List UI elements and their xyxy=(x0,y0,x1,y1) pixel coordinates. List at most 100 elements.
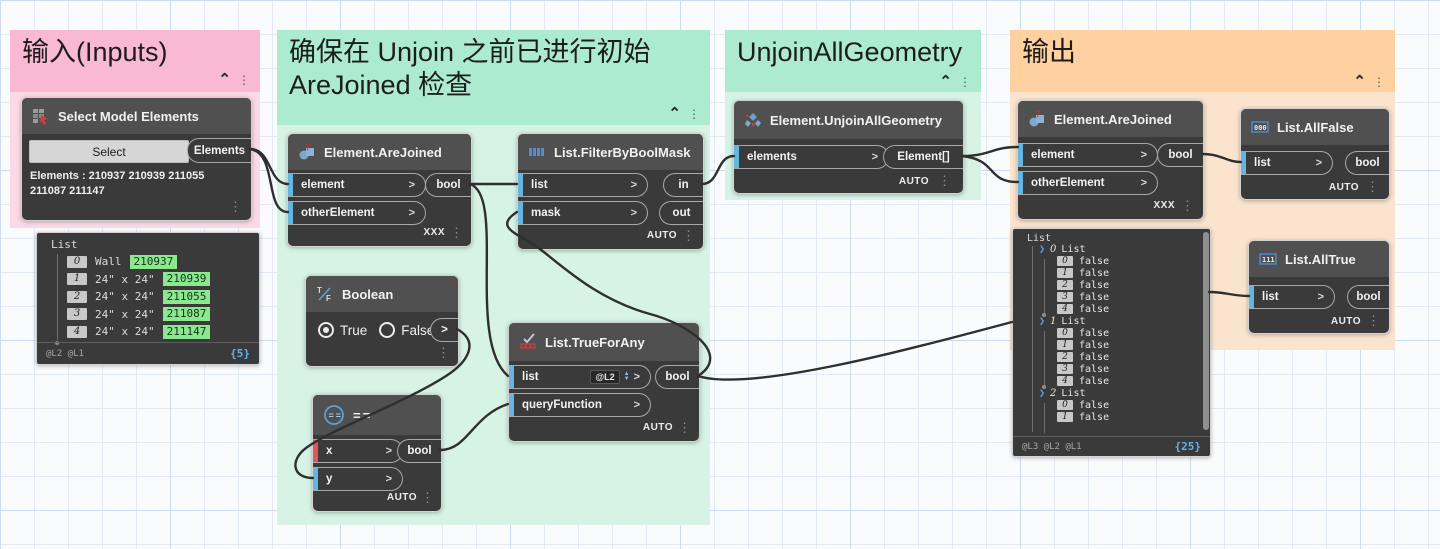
lacing-indicator[interactable]: AUTO xyxy=(387,492,417,503)
node-watch-elements[interactable]: List 0 Wall 210937 1 24" x 24" 210939 2 … xyxy=(36,232,260,365)
list-item: 4 false xyxy=(1057,375,1109,387)
list-item: 4 false xyxy=(1057,303,1109,315)
list-item: 3 false xyxy=(1057,363,1109,375)
node-header[interactable]: List.FilterByBoolMask xyxy=(518,134,703,170)
port-in-element[interactable]: element > xyxy=(1018,143,1158,167)
group-unjoin-title[interactable]: UnjoinAllGeometry xyxy=(725,30,981,69)
node-options-icon[interactable]: ⋮ xyxy=(938,174,951,187)
node-header[interactable]: == == xyxy=(313,395,441,435)
select-button[interactable]: Select xyxy=(29,140,189,163)
node-header[interactable]: 000? List.AllFalse xyxy=(1241,109,1389,145)
lacing-indicator[interactable]: XXX xyxy=(423,227,445,238)
port-out-elementarray[interactable]: Element[] xyxy=(883,145,963,169)
node-header[interactable]: 111? List.AllTrue xyxy=(1249,241,1389,277)
port-out-bool[interactable]: bool xyxy=(397,439,441,463)
sublist-header[interactable]: ❯ 0 List xyxy=(1039,243,1109,255)
port-in-otherelement[interactable]: otherElement > xyxy=(1018,171,1158,195)
equals-icon: == xyxy=(323,404,345,426)
lacing-indicator[interactable]: AUTO xyxy=(643,422,673,433)
list-item: 0 false xyxy=(1057,255,1109,267)
group-check-title[interactable]: 确保在 Unjoin 之前已进行初始 AreJoined 检查 xyxy=(277,30,701,102)
node-options-icon[interactable]: ⋮ xyxy=(229,200,242,213)
level-spinner[interactable]: ▲ ▼ xyxy=(624,371,630,382)
radio-false[interactable] xyxy=(379,322,396,338)
sublist-header[interactable]: ❯ 1 List xyxy=(1039,315,1109,327)
port-in-list[interactable]: list @L2 ▲ ▼ > xyxy=(509,365,651,389)
node-list-allfalse[interactable]: 000? List.AllFalse list> bool AUTO ⋮ xyxy=(1240,108,1390,200)
port-out-value[interactable]: > xyxy=(430,318,458,342)
watch-scrollbar[interactable] xyxy=(1203,232,1209,430)
group-menu-icon[interactable]: ⋮ xyxy=(1373,76,1385,88)
node-options-icon[interactable]: ⋮ xyxy=(1367,314,1380,327)
port-in-mask[interactable]: mask > xyxy=(518,201,648,225)
wire xyxy=(696,320,1014,381)
group-menu-icon[interactable]: ⋮ xyxy=(688,108,700,120)
dynamo-canvas[interactable]: 输入(Inputs) ⌃ ⋮ 确保在 Unjoin 之前已进行初始 AreJoi… xyxy=(0,0,1440,549)
watch-root-label: List xyxy=(51,238,78,251)
collapse-chevron-icon[interactable]: ⌃ xyxy=(939,74,952,89)
group-outputs-title[interactable]: 输出 xyxy=(1010,30,1395,69)
port-out-elements[interactable]: Elements xyxy=(187,138,251,163)
port-in-element[interactable]: element > xyxy=(288,173,426,197)
list-item: 1 false xyxy=(1057,411,1109,423)
radio-true-label[interactable]: True xyxy=(340,323,367,338)
node-header[interactable]: ? Element.AreJoined xyxy=(288,134,471,170)
node-list-trueforany[interactable]: List.TrueForAny list @L2 ▲ ▼ > queryFunct… xyxy=(508,322,700,442)
sublist-header[interactable]: ❯ 2 List xyxy=(1039,387,1109,399)
port-out-out[interactable]: out xyxy=(659,201,703,225)
port-in-otherelement[interactable]: otherElement > xyxy=(288,201,426,225)
node-options-icon[interactable]: ⋮ xyxy=(1366,180,1379,193)
node-header[interactable]: Element.UnjoinAllGeometry xyxy=(734,101,963,139)
node-select-model-elements[interactable]: Select Model Elements Select Elements El… xyxy=(21,97,252,221)
tree-guide-line xyxy=(57,254,58,340)
port-out-in[interactable]: in xyxy=(663,173,703,197)
select-model-elements-icon xyxy=(32,107,50,125)
node-header[interactable]: ? Element.AreJoined xyxy=(1018,101,1203,137)
node-element-arejoined-1[interactable]: ? Element.AreJoined element > otherElemen… xyxy=(287,133,472,247)
port-in-list[interactable]: list > xyxy=(1249,285,1335,309)
port-in-list[interactable]: list > xyxy=(1241,151,1333,175)
group-menu-icon[interactable]: ⋮ xyxy=(959,76,971,88)
node-options-icon[interactable]: ⋮ xyxy=(678,421,691,434)
node-watch-results[interactable]: List ❯ 0 List 0 false 1 false 2 false 3 fals… xyxy=(1012,228,1211,457)
node-options-icon[interactable]: ⋮ xyxy=(1181,199,1194,212)
port-out-bool[interactable]: bool xyxy=(1157,143,1203,167)
node-list-filterbyboolmask[interactable]: List.FilterByBoolMask list > mask > in out… xyxy=(517,133,704,250)
collapse-chevron-icon[interactable]: ⌃ xyxy=(218,72,231,87)
node-header[interactable]: TF Boolean xyxy=(306,276,458,312)
node-options-icon[interactable]: ⋮ xyxy=(682,229,695,242)
lacing-indicator[interactable]: AUTO xyxy=(899,176,929,187)
collapse-chevron-icon[interactable]: ⌃ xyxy=(1353,74,1366,89)
node-element-arejoined-2[interactable]: ? Element.AreJoined element > otherElemen… xyxy=(1017,100,1204,220)
port-out-bool[interactable]: bool xyxy=(655,365,699,389)
lacing-indicator[interactable]: AUTO xyxy=(647,230,677,241)
radio-true[interactable] xyxy=(318,322,334,338)
node-boolean[interactable]: TF Boolean True False > ⋮ xyxy=(305,275,459,367)
port-out-bool[interactable]: bool xyxy=(1345,151,1389,175)
node-equals[interactable]: == == x > y > bool AUTO ⋮ xyxy=(312,394,442,512)
node-header[interactable]: Select Model Elements xyxy=(22,98,251,134)
list-level-badge[interactable]: @L2 xyxy=(590,370,620,384)
list-item: 2 false xyxy=(1057,279,1109,291)
node-element-unjoinallgeometry[interactable]: Element.UnjoinAllGeometry elements > Elem… xyxy=(733,100,964,194)
port-in-elements[interactable]: elements > xyxy=(734,145,889,169)
group-menu-icon[interactable]: ⋮ xyxy=(238,74,250,86)
node-options-icon[interactable]: ⋮ xyxy=(437,346,450,359)
lacing-indicator[interactable]: AUTO xyxy=(1331,316,1361,327)
node-title: List.AllTrue xyxy=(1285,251,1356,267)
port-in-queryfunction[interactable]: queryFunction > xyxy=(509,393,651,417)
group-inputs-title[interactable]: 输入(Inputs) xyxy=(10,30,260,69)
node-options-icon[interactable]: ⋮ xyxy=(421,491,434,504)
node-header[interactable]: List.TrueForAny xyxy=(509,323,699,361)
collapse-chevron-icon[interactable]: ⌃ xyxy=(668,106,681,121)
node-list-alltrue[interactable]: 111? List.AllTrue list> bool AUTO ⋮ xyxy=(1248,240,1390,334)
lacing-indicator[interactable]: XXX xyxy=(1153,200,1175,211)
port-in-list[interactable]: list > xyxy=(518,173,648,197)
list-item: 2 24" x 24" 211055 xyxy=(67,288,211,306)
port-out-bool[interactable]: bool xyxy=(425,173,471,197)
port-in-y[interactable]: y > xyxy=(313,467,403,491)
port-out-bool[interactable]: bool xyxy=(1347,285,1389,309)
lacing-indicator[interactable]: AUTO xyxy=(1329,182,1359,193)
port-in-x[interactable]: x > xyxy=(313,439,403,463)
node-options-icon[interactable]: ⋮ xyxy=(450,226,463,239)
